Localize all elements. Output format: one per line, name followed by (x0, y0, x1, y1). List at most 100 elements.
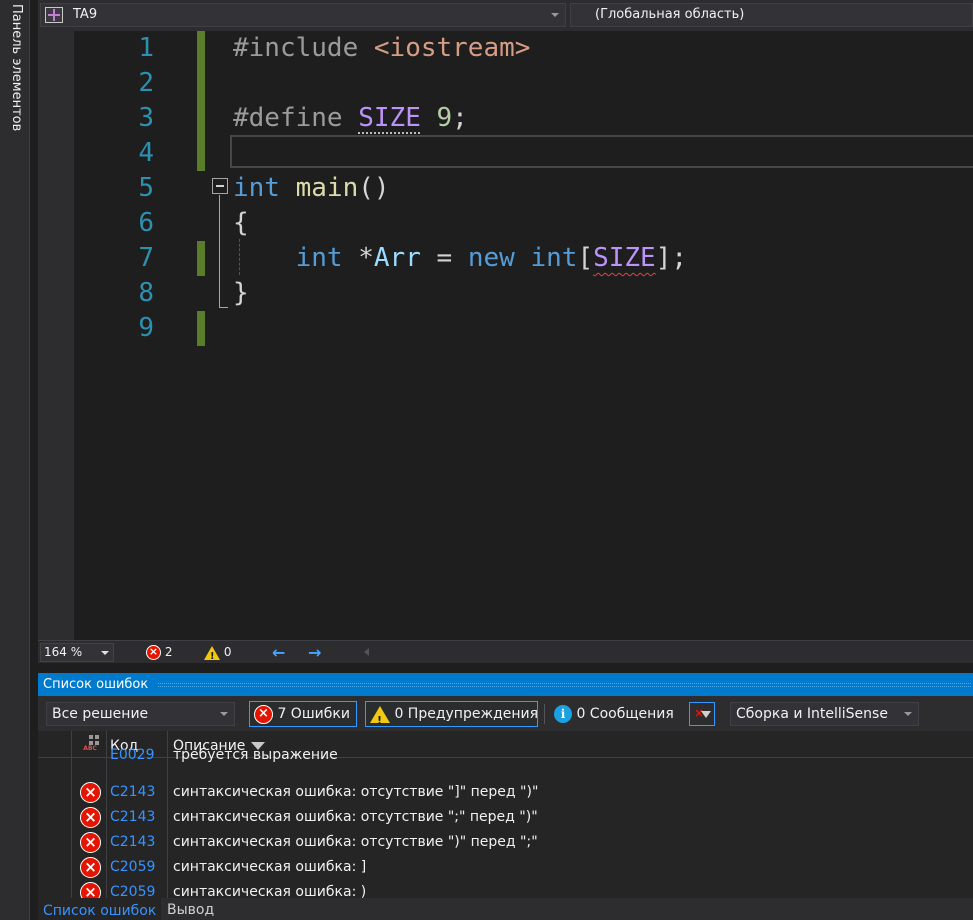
source-filter-dropdown[interactable]: Сборка и IntelliSense (730, 702, 919, 726)
error-list-panel: Список ошибок Все решение × 7 Ошибки 0 П… (38, 673, 973, 920)
errors-filter-button[interactable]: × 7 Ошибки (249, 701, 357, 727)
warning-count: 0 (223, 645, 232, 659)
error-row[interactable]: × C2143 синтаксическая ошибка: отсутствие … (38, 830, 973, 854)
errors-filter-label: 7 Ошибки (277, 706, 350, 722)
code-token: main (295, 173, 359, 203)
code-token: ; (452, 103, 468, 133)
scope-label: (Глобальная область) (595, 7, 745, 22)
error-description: синтаксическая ошибка: ] (173, 859, 367, 875)
tab-output[interactable]: Вывод (162, 898, 219, 920)
warnings-filter-button[interactable]: 0 Предупреждения (365, 701, 539, 733)
chevron-down-icon (551, 13, 559, 17)
source-filter-value: Сборка и IntelliSense (736, 706, 888, 722)
line-number: 9 (138, 313, 154, 343)
line-number: 7 (138, 243, 154, 273)
error-code-link[interactable]: C2143 (110, 780, 155, 804)
error-count: 2 (164, 645, 173, 659)
code-token: SIZE (358, 103, 421, 133)
line-number: 5 (138, 173, 154, 203)
code-token: <iostream> (373, 33, 531, 63)
error-code-link[interactable]: C2143 (110, 830, 155, 854)
error-icon: × (80, 832, 101, 853)
error-description: синтаксическая ошибка: отсутствие ";" пе… (173, 809, 538, 825)
error-row[interactable]: × C2059 синтаксическая ошибка: ] (38, 855, 973, 879)
code-token: } (233, 278, 249, 308)
error-icon: × (254, 704, 273, 724)
current-line-highlight (230, 135, 973, 168)
project-icon (45, 7, 63, 23)
line-number: 6 (138, 208, 154, 238)
error-code-link[interactable]: C2059 (110, 855, 155, 879)
error-list-titlebar[interactable]: Список ошибок (38, 673, 973, 696)
error-icon: × (80, 782, 101, 803)
error-list-toolbar: Все решение × 7 Ошибки 0 Предупреждения … (38, 696, 973, 733)
error-row[interactable]: × C2059 синтаксическая ошибка: ) (38, 880, 973, 898)
code-line: int main() (233, 171, 390, 206)
code-token: Arr (373, 243, 421, 273)
tab-error-list[interactable]: Список ошибок (38, 898, 162, 920)
code-token: #define (233, 103, 359, 133)
change-bar (197, 66, 205, 101)
code-line: int *Arr = new int[SIZE]; (233, 241, 687, 276)
code-token: new (467, 243, 515, 273)
error-icon: × (80, 882, 101, 898)
error-description: синтаксическая ошибка: ) (173, 884, 367, 898)
code-token: #include (233, 33, 374, 63)
error-count-indicator[interactable]: × 2 (146, 644, 172, 661)
scope-filter-dropdown[interactable]: Все решение (46, 702, 235, 726)
code-line: #define SIZE 9; (233, 101, 468, 136)
change-bar (197, 311, 205, 346)
line-number: 2 (138, 68, 154, 98)
warning-count-indicator[interactable]: 0 (204, 644, 232, 665)
toolbar-separator (544, 704, 545, 724)
title-grip (158, 683, 971, 687)
next-issue-button[interactable]: → (308, 644, 321, 661)
error-row[interactable]: ABC E0029 требуется выражение (38, 746, 973, 775)
error-code-link[interactable]: E0029 (110, 743, 154, 767)
error-list-title: Список ошибок (43, 677, 149, 692)
error-code-link[interactable]: C2059 (110, 880, 155, 898)
error-description: требуется выражение (173, 747, 338, 763)
change-bar (197, 241, 205, 276)
collapse-icon[interactable] (212, 178, 228, 194)
zoom-level: 164 % (44, 645, 83, 659)
error-row[interactable]: × C2143 синтаксическая ошибка: отсутствие … (38, 780, 973, 804)
previous-issue-button[interactable]: ← (272, 644, 285, 661)
chevron-down-icon (904, 712, 912, 716)
change-bar (197, 136, 205, 171)
filter-toggle-button[interactable]: × (689, 702, 715, 726)
warning-icon (370, 705, 390, 733)
line-number: 3 (138, 103, 154, 133)
error-row[interactable]: × C2143 синтаксическая ошибка: отсутствие … (38, 805, 973, 829)
line-number: 1 (138, 33, 154, 63)
error-icon: × (80, 807, 101, 828)
error-icon: × (146, 645, 161, 660)
toolbox-tab-label[interactable]: Панель элементов (9, 4, 24, 131)
editor-status-bar: 164 % × 2 0 ← → (38, 640, 973, 665)
zoom-dropdown[interactable]: 164 % (40, 643, 114, 662)
error-code-link[interactable]: C2143 (110, 805, 155, 829)
intellisense-error-icon: ABC (83, 745, 97, 752)
code-token: () (358, 173, 390, 203)
funnel-icon (701, 711, 711, 718)
info-icon: i (554, 705, 572, 723)
outline-end (219, 307, 228, 308)
error-description: синтаксическая ошибка: отсутствие ")" пе… (173, 834, 538, 850)
code-token: { (233, 208, 249, 238)
chevron-down-icon (101, 651, 109, 655)
code-token: int (530, 243, 578, 273)
messages-filter-button[interactable]: i 0 Сообщения (549, 701, 681, 727)
code-line: } (233, 276, 249, 311)
scope-dropdown[interactable]: (Глобальная область) (570, 3, 973, 27)
project-dropdown[interactable]: TA9 (40, 3, 566, 27)
arrow-right-icon: → (308, 643, 322, 662)
warnings-filter-label: 0 Предупреждения (394, 706, 539, 722)
outline-line (219, 195, 220, 307)
scroll-left-icon[interactable] (364, 648, 369, 656)
line-number: 8 (138, 278, 154, 308)
code-editor[interactable]: 1 2 3 4 5 6 7 8 9 #include <iostream> #define SIZ… (38, 31, 973, 640)
toolbox-side-panel[interactable]: Панель элементов (0, 0, 30, 920)
